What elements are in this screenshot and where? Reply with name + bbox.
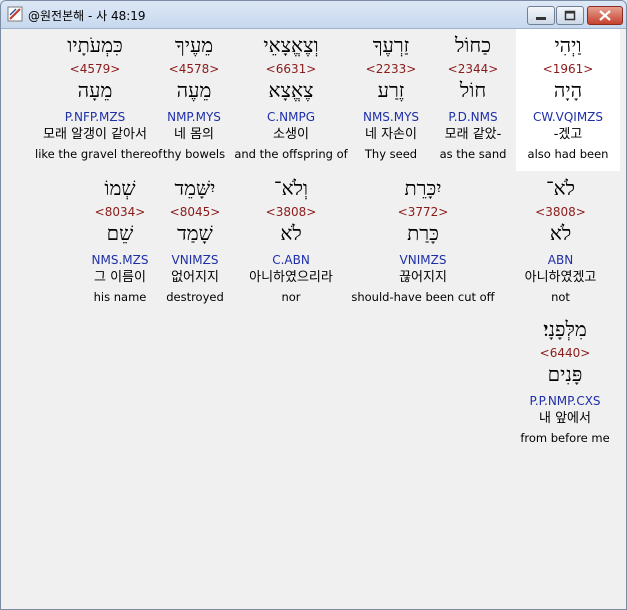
morphology-code: CW.VQIMZS (532, 110, 604, 124)
hebrew-word: וְצֶאֱצָאֵי (263, 33, 319, 57)
morphology-code: NMS.MYS (362, 110, 420, 124)
title-bar[interactable]: @원전본해 - 사 48:19 (1, 1, 626, 29)
morphology-code: VNIMZS (171, 253, 219, 267)
close-button[interactable] (587, 6, 623, 25)
korean-gloss: -겠고 (553, 127, 583, 142)
word-cell[interactable]: יִכָּרֵת <3772> כָּרַת VNIMZS 끊어지지 should-hav… (347, 172, 499, 314)
hebrew-word: זַרְעֶךָ (372, 33, 410, 57)
strong-number[interactable]: <8045> (163, 205, 227, 219)
word-cell[interactable]: יִשָּׁמֵד <8045> שָׁמַד VNIMZS 없어지지 destroyed (163, 172, 227, 314)
hebrew-lemma: שֵׁם (106, 221, 134, 245)
korean-gloss: 없어지지 (171, 270, 219, 285)
word-cell[interactable]: שְׁמוֹ <8034> שֵׁם NMS.MZS 그 이름이 his name (81, 172, 159, 314)
hebrew-word: כִּמְעֹתָיו (67, 33, 123, 57)
korean-gloss: 아니하였겠고 (524, 270, 597, 285)
morphology-code: P.NFP.MZS (64, 110, 126, 124)
morphology-code: P.P.NMP.CXS (529, 394, 601, 408)
english-gloss: and the offspring of (234, 147, 348, 161)
english-gloss: not (551, 290, 570, 304)
hebrew-lemma: מֵעָה (77, 78, 113, 102)
hebrew-lemma: לֹא (280, 221, 302, 245)
morphology-code: C.NMPG (266, 110, 316, 124)
korean-gloss: 끊어지지 (399, 270, 447, 285)
morphology-code: NMS.MZS (91, 253, 149, 267)
hebrew-lemma: הָיָה (553, 78, 583, 102)
morphology-code: ABN (547, 253, 574, 267)
strong-number[interactable]: <3808> (501, 205, 620, 219)
korean-gloss: 그 이름이 (94, 270, 146, 285)
english-gloss: nor (281, 290, 301, 304)
app-window: @원전본해 - 사 48:19 וַיְהִי <1961> הָיָה CW.VQI… (0, 0, 627, 610)
word-cell[interactable]: וַיְהִי <1961> הָיָה CW.VQIMZS -겠고 also had b… (516, 29, 620, 171)
maximize-button[interactable] (556, 6, 584, 25)
hebrew-lemma: צֶאֱצָא (268, 78, 314, 102)
hebrew-word: יִכָּרֵת (404, 176, 442, 200)
morphology-code: NMP.MYS (167, 110, 221, 124)
hebrew-word: מִלְּפָנָי׃ (543, 317, 587, 341)
minimize-icon (536, 17, 546, 20)
word-cell[interactable]: לֹא־ <3808> לֹא ABN 아니하였겠고 not (501, 172, 620, 314)
word-cell[interactable]: וְלֹא־ <3808> לֹא C.ABN 아니하였으리라 nor (235, 172, 347, 314)
strong-number[interactable]: <3772> (347, 205, 499, 219)
bible-app-icon (7, 6, 23, 22)
strong-number[interactable]: <6631> (233, 62, 349, 76)
strong-number[interactable]: <6440> (510, 346, 620, 360)
strong-number[interactable]: <4579> (35, 62, 155, 76)
strong-number[interactable]: <2233> (351, 62, 431, 76)
hebrew-word: לֹא־ (545, 176, 575, 200)
english-gloss: Thy seed (364, 147, 418, 161)
strong-number[interactable]: <8034> (81, 205, 159, 219)
korean-gloss: 아니하였으리라 (249, 270, 333, 285)
korean-gloss: 내 앞에서 (539, 411, 591, 426)
hebrew-lemma: שָׁמַד (177, 221, 213, 245)
korean-gloss: 네 몸의 (173, 127, 214, 142)
morphology-code: VNIMZS (399, 253, 447, 267)
word-cell[interactable]: זַרְעֶךָ <2233> זֶרַע NMS.MYS 네 자손이 Thy seed (351, 29, 431, 171)
word-cell[interactable]: מֵעֶיךָ <4578> מֵעֶה NMP.MYS 네 몸의 thy bowels (155, 29, 233, 171)
english-gloss: like the gravel thereof (35, 147, 163, 161)
hebrew-lemma: כָּרַת (407, 221, 439, 245)
english-gloss: his name (93, 290, 147, 304)
hebrew-word: כַחוֹל (454, 33, 492, 57)
hebrew-word: יִשָּׁמֵד (174, 176, 216, 200)
word-cell[interactable]: כִּמְעֹתָיו <4579> מֵעָה P.NFP.MZS 모래 알갱이 같아… (35, 29, 163, 171)
strong-number[interactable]: <1961> (516, 62, 620, 76)
word-cell[interactable]: וְצֶאֱצָאֵי <6631> צֶאֱצָא C.NMPG 소생이 and the… (233, 29, 349, 171)
hebrew-lemma: מֵעֶה (176, 78, 212, 102)
word-cell[interactable]: מִלְּפָנָי׃ <6440> פָּנִים P.P.NMP.CXS 내 앞에서… (510, 313, 620, 455)
hebrew-lemma: לֹא (549, 221, 572, 245)
morphology-code: P.D.NMS (448, 110, 498, 124)
strong-number[interactable]: <3808> (235, 205, 347, 219)
korean-gloss: 모래 같았- (444, 127, 502, 142)
korean-gloss: 소생이 (273, 127, 309, 142)
english-gloss: thy bowels (162, 147, 226, 161)
hebrew-word: וַיְהִי (554, 33, 582, 57)
word-cell[interactable]: כַחוֹל <2344> חוֹל P.D.NMS 모래 같았-as the sand (433, 29, 513, 171)
korean-gloss: 네 자손이 (365, 127, 417, 142)
english-gloss: from before me (520, 431, 610, 445)
korean-gloss: 모래 알갱이 같아서 (43, 127, 147, 142)
english-gloss: also had been (527, 147, 609, 161)
minimize-button[interactable] (527, 6, 555, 25)
english-gloss: as the sand (439, 147, 507, 161)
hebrew-lemma: זֶרַע (377, 78, 405, 102)
hebrew-word: מֵעֶיךָ (174, 33, 214, 57)
close-icon (599, 10, 611, 21)
strong-number[interactable]: <2344> (433, 62, 513, 76)
english-gloss: destroyed (166, 290, 224, 304)
hebrew-word: שְׁמוֹ (104, 176, 136, 200)
window-title: @원전본해 - 사 48:19 (28, 9, 146, 23)
hebrew-lemma: פָּנִים (547, 362, 583, 386)
strong-number[interactable]: <4578> (155, 62, 233, 76)
hebrew-lemma: חוֹל (459, 78, 487, 102)
maximize-icon (564, 10, 576, 21)
english-gloss: should-have been cut off (351, 290, 495, 304)
morphology-code: C.ABN (272, 253, 310, 267)
interlinear-panel: וַיְהִי <1961> הָיָה CW.VQIMZS -겠고 also had b… (7, 29, 620, 603)
hebrew-word: וְלֹא־ (273, 176, 309, 200)
